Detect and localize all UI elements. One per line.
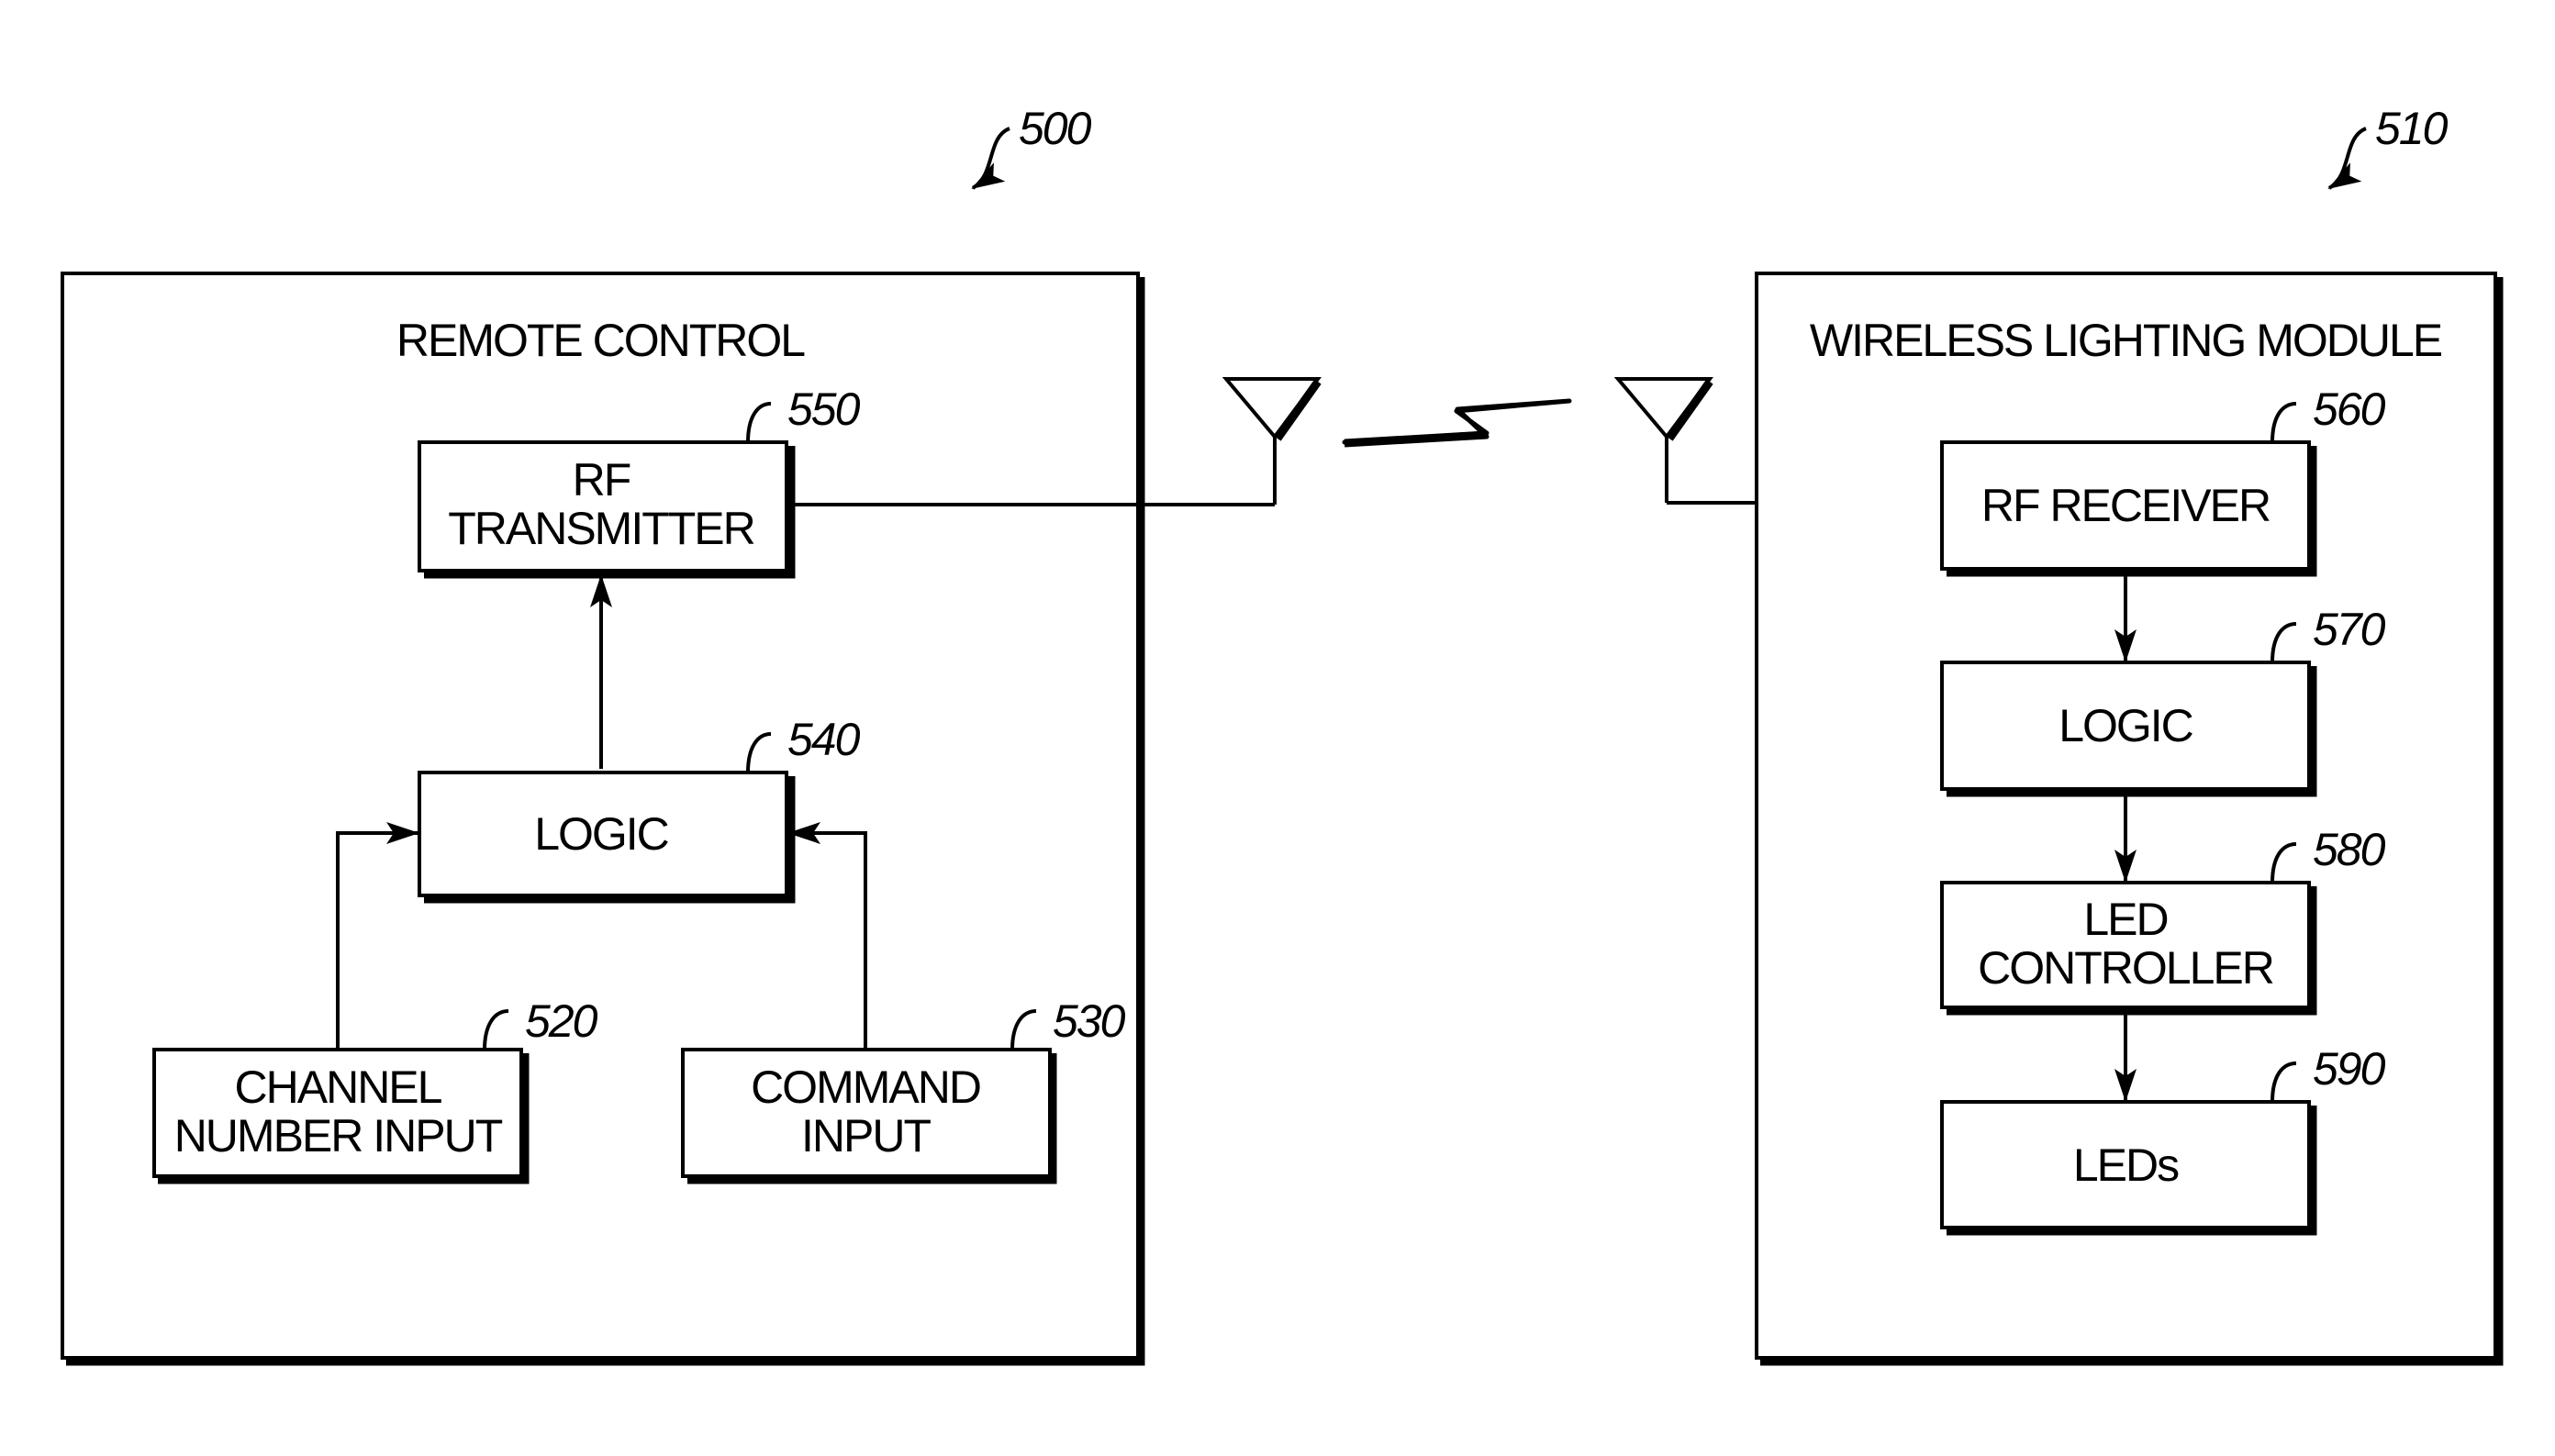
wireless-lighting-module-title: WIRELESS LIGHTING MODULE: [1810, 315, 2442, 366]
command-input-line2: INPUT: [801, 1110, 931, 1161]
remote-control-title: REMOTE CONTROL: [396, 315, 805, 366]
ref-520: 520: [525, 995, 598, 1047]
antenna-icon: [1613, 377, 1713, 503]
antenna-icon: [1222, 377, 1322, 505]
wireless-lighting-module-panel: WIRELESS LIGHTING MODULE 510 RF RECEIVER…: [1755, 103, 2504, 1366]
ref-550: 550: [787, 383, 861, 435]
ref-500-arrow-icon: [971, 127, 1010, 190]
ref-530: 530: [1053, 995, 1126, 1047]
ref-510-arrow-icon: [2327, 127, 2367, 190]
ref-590: 590: [2313, 1043, 2386, 1095]
ref-500: 500: [1019, 103, 1092, 154]
rf-receiver-label: RF RECEIVER: [1981, 480, 2270, 531]
channel-number-input-line2: NUMBER INPUT: [174, 1110, 503, 1161]
rf-transmitter-label-line1: RF: [573, 454, 630, 506]
lightning-bolt-heavy-stroke: [1344, 430, 1488, 448]
ref-560: 560: [2313, 383, 2386, 435]
remote-control-panel: REMOTE CONTROL 500 RF TRANSMITTER 550 LO…: [61, 103, 1145, 1366]
ref-510: 510: [2375, 103, 2449, 154]
block-diagram: REMOTE CONTROL 500 RF TRANSMITTER 550 LO…: [61, 103, 2504, 1366]
channel-number-input-line1: CHANNEL: [235, 1061, 442, 1113]
leds-label: LEDs: [2073, 1139, 2179, 1191]
remote-logic-label: LOGIC: [534, 808, 668, 860]
ref-540: 540: [787, 714, 861, 765]
module-logic-label: LOGIC: [2059, 700, 2192, 751]
rf-transmitter-label-line2: TRANSMITTER: [448, 503, 754, 554]
ref-580: 580: [2313, 824, 2386, 875]
ref-570: 570: [2313, 604, 2386, 655]
led-controller-line2: CONTROLLER: [1978, 942, 2273, 994]
led-controller-line1: LED: [2083, 894, 2167, 945]
command-input-line1: COMMAND: [751, 1061, 980, 1113]
